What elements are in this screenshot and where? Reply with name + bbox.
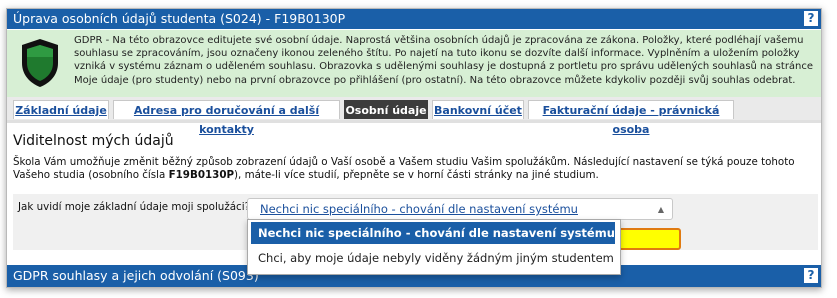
gdpr-text: GDPR - Na této obrazovce editujete své o…	[74, 35, 814, 86]
option-hidden[interactable]: Chci, aby moje údaje nebyly viděny žádný…	[251, 247, 615, 269]
select-value: Nechci nic speciálního - chování dle nas…	[260, 202, 578, 216]
visibility-select[interactable]: Nechci nic speciálního - chování dle nas…	[247, 198, 673, 220]
description: Škola Vám umožňuje změnit běžný způsob z…	[13, 156, 813, 182]
chevron-up-icon: ▲	[657, 205, 664, 214]
title-bar: Úprava osobních údajů studenta (S024) - …	[7, 9, 821, 29]
visibility-dropdown-list: Nechci nic speciálního - chování dle nas…	[247, 219, 621, 275]
help-button-footer[interactable]: ?	[804, 268, 818, 283]
tab-adresa[interactable]: Adresa pro doručování a další kontakty	[113, 100, 340, 136]
tab-bar: Základní údaje Adresa pro doručování a d…	[7, 97, 821, 136]
gdpr-info-box: GDPR - Na této obrazovce editujete své o…	[7, 30, 821, 98]
tab-zakladni-udaje[interactable]: Základní údaje	[13, 100, 109, 119]
option-default[interactable]: Nechci nic speciálního - chování dle nas…	[251, 222, 615, 244]
section-title: GDPR souhlasy a jejich odvolání (S093)	[13, 268, 259, 283]
personal-number: F19B0130P	[168, 169, 235, 181]
tab-osobni-udaje[interactable]: Osobní údaje	[344, 100, 428, 119]
help-button[interactable]: ?	[804, 11, 818, 26]
tab-fakturacni-udaje[interactable]: Fakturační údaje - právnická osoba	[528, 100, 734, 136]
page-title: Úprava osobních údajů studenta (S024) - …	[13, 11, 346, 26]
question-label: Jak uvidí moje základní údaje moji spolu…	[18, 201, 251, 213]
section-heading: Viditelnost mých údajů	[13, 133, 174, 149]
tab-bankovni-ucet[interactable]: Bankovní účet	[432, 100, 524, 119]
description-text-2: ), máte-li více studií, přepněte se v ho…	[234, 169, 599, 181]
shield-icon	[22, 39, 58, 87]
